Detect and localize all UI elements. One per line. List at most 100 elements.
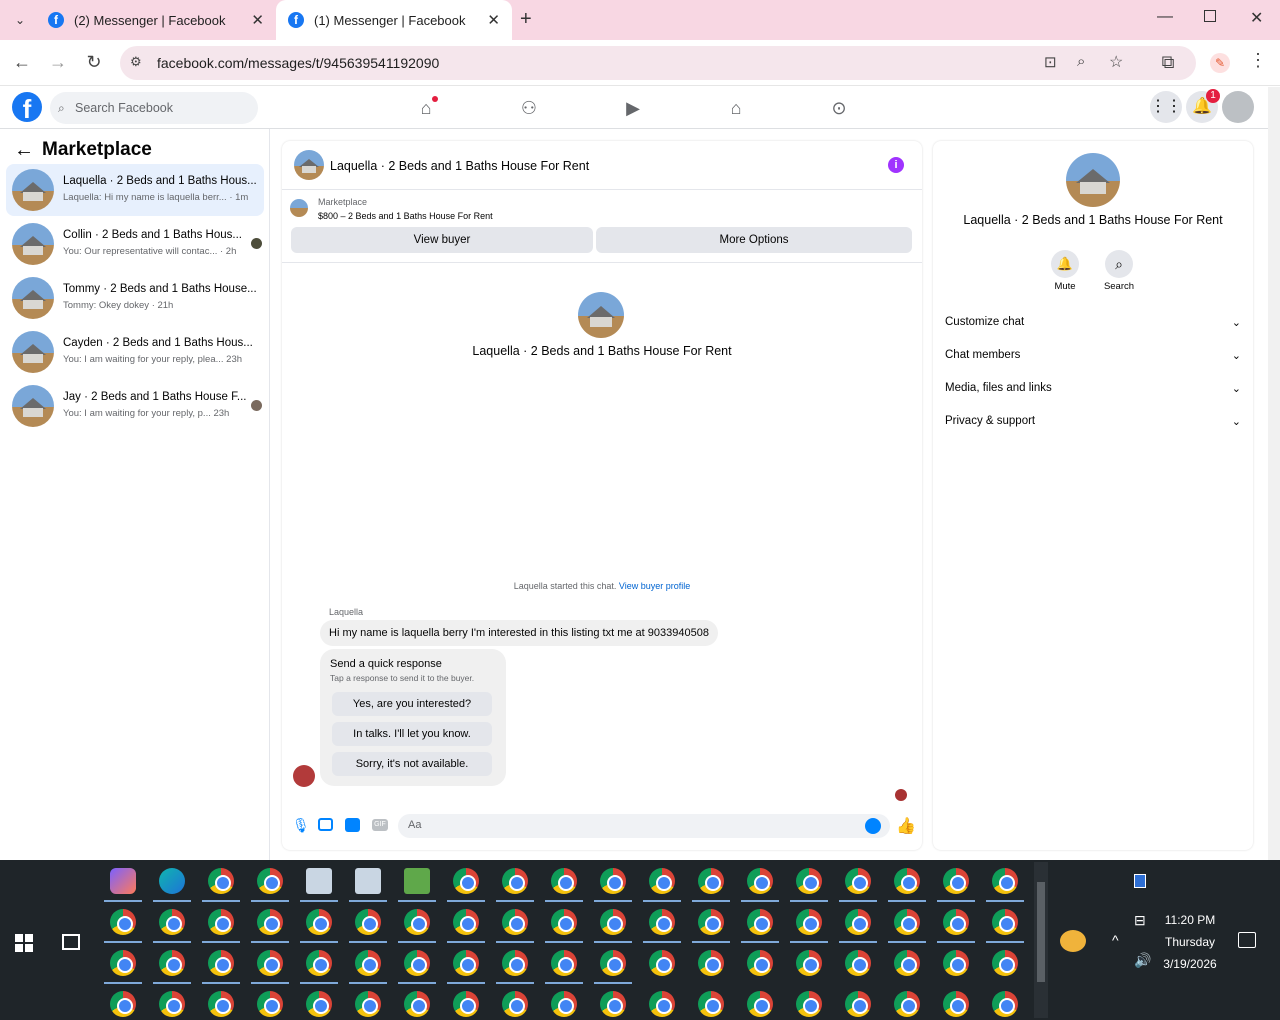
taskbar-chrome-icon[interactable] xyxy=(894,991,920,1017)
reload-icon[interactable]: ↻ xyxy=(82,52,106,73)
taskbar-chrome-icon[interactable] xyxy=(502,909,528,935)
taskbar-chrome-icon[interactable] xyxy=(208,909,234,935)
restore-icon[interactable] xyxy=(1204,10,1216,22)
home-icon[interactable]: ⌂ xyxy=(413,95,439,121)
taskbar-chrome-icon[interactable] xyxy=(306,909,332,935)
media-files-links-section[interactable]: Media, files and links ⌄ xyxy=(945,382,1241,402)
app-window-icon[interactable] xyxy=(355,868,381,894)
taskbar-chrome-icon[interactable] xyxy=(208,950,234,976)
conversation-item[interactable]: Laquella · 2 Beds and 1 Baths Hous... La… xyxy=(6,164,264,216)
tab-messenger-2[interactable]: f (2) Messenger | Facebook ✕ xyxy=(36,0,276,40)
back-arrow-icon[interactable]: ← xyxy=(14,139,34,162)
address-bar[interactable]: ⚙ facebook.com/messages/t/94563954119209… xyxy=(120,46,1196,80)
taskbar-chrome-icon[interactable] xyxy=(698,868,724,894)
notepad-icon[interactable] xyxy=(404,868,430,894)
taskbar-chrome-icon[interactable] xyxy=(649,991,675,1017)
taskbar-chrome-icon[interactable] xyxy=(747,868,773,894)
account-avatar[interactable] xyxy=(1222,91,1254,123)
more-options-button[interactable]: More Options xyxy=(596,227,912,253)
privacy-support-section[interactable]: Privacy & support ⌄ xyxy=(945,415,1241,435)
forward-icon[interactable]: → xyxy=(46,52,70,73)
menu-kebab-icon[interactable]: ⋮ xyxy=(1246,50,1270,71)
taskbar-chrome-icon[interactable] xyxy=(992,909,1018,935)
bookmark-star-icon[interactable]: ☆ xyxy=(1109,52,1123,72)
taskbar-chrome-icon[interactable] xyxy=(943,909,969,935)
taskbar-scrollbar[interactable] xyxy=(1034,862,1048,1018)
install-app-icon[interactable]: ⊡ xyxy=(1044,53,1057,71)
weather-icon[interactable] xyxy=(1060,930,1086,952)
tab-messenger-1[interactable]: f (1) Messenger | Facebook ✕ xyxy=(276,0,512,40)
taskbar-chrome-icon[interactable] xyxy=(698,909,724,935)
taskbar-chrome-icon[interactable] xyxy=(943,868,969,894)
volume-icon[interactable]: 🔊 xyxy=(1134,952,1151,969)
taskbar-chrome-icon[interactable] xyxy=(159,991,185,1017)
chat-header-thumbnail[interactable] xyxy=(294,150,324,180)
edge-icon[interactable] xyxy=(159,868,185,894)
friends-icon[interactable]: ⚇ xyxy=(516,95,542,121)
notification-center-icon[interactable] xyxy=(1238,932,1256,948)
taskbar-chrome-icon[interactable] xyxy=(110,991,136,1017)
tray-app-icon[interactable] xyxy=(1134,874,1146,888)
taskbar-chrome-icon[interactable] xyxy=(796,909,822,935)
taskbar-chrome-icon[interactable] xyxy=(159,950,185,976)
like-thumb-icon[interactable]: 👍 xyxy=(896,816,916,836)
taskbar-chrome-icon[interactable] xyxy=(894,868,920,894)
taskbar-chrome-icon[interactable] xyxy=(453,909,479,935)
emoji-icon[interactable] xyxy=(865,818,881,834)
taskbar-chrome-icon[interactable] xyxy=(453,991,479,1017)
chat-members-section[interactable]: Chat members ⌄ xyxy=(945,349,1241,369)
copilot-icon[interactable] xyxy=(110,868,136,894)
taskbar-chrome-icon[interactable] xyxy=(747,950,773,976)
taskbar-chrome-icon[interactable] xyxy=(796,868,822,894)
taskbar-chrome-icon[interactable] xyxy=(208,868,234,894)
taskbar-chrome-icon[interactable] xyxy=(600,909,626,935)
conversation-item[interactable]: Jay · 2 Beds and 1 Baths House F... You:… xyxy=(6,380,264,432)
conversation-item[interactable]: Tommy · 2 Beds and 1 Baths House... Tomm… xyxy=(6,272,264,324)
taskbar-chrome-icon[interactable] xyxy=(502,991,528,1017)
quick-response-not-available-button[interactable]: Sorry, it's not available. xyxy=(332,752,492,776)
taskbar-chrome-icon[interactable] xyxy=(257,991,283,1017)
close-tab-icon[interactable]: ✕ xyxy=(487,11,500,29)
start-windows-icon[interactable] xyxy=(15,934,33,952)
taskbar-chrome-icon[interactable] xyxy=(698,991,724,1017)
search-icon[interactable]: ⌕ xyxy=(1105,250,1133,278)
facebook-search-input[interactable]: ⌕ Search Facebook xyxy=(50,92,258,124)
taskbar-chrome-icon[interactable] xyxy=(355,950,381,976)
conversation-item[interactable]: Cayden · 2 Beds and 1 Baths Hous... You:… xyxy=(6,326,264,378)
taskbar-chrome-icon[interactable] xyxy=(551,950,577,976)
clock-time[interactable]: 11:20 PM xyxy=(1160,913,1220,927)
close-window-icon[interactable]: ✕ xyxy=(1250,8,1263,28)
marketplace-icon[interactable]: ⌂ xyxy=(723,95,749,121)
taskbar-chrome-icon[interactable] xyxy=(649,909,675,935)
chat-header-title[interactable]: Laquella · 2 Beds and 1 Baths House For … xyxy=(330,159,589,173)
chevron-up-icon[interactable]: ^ xyxy=(1112,932,1119,948)
taskbar-chrome-icon[interactable] xyxy=(600,950,626,976)
conversation-item[interactable]: Collin · 2 Beds and 1 Baths Hous... You:… xyxy=(6,218,264,270)
taskbar-chrome-icon[interactable] xyxy=(257,909,283,935)
quick-response-yes-button[interactable]: Yes, are you interested? xyxy=(332,692,492,716)
taskbar-chrome-icon[interactable] xyxy=(257,950,283,976)
taskbar-chrome-icon[interactable] xyxy=(600,868,626,894)
taskbar-chrome-icon[interactable] xyxy=(649,950,675,976)
tab-search-icon[interactable]: ⌄ xyxy=(10,10,30,30)
minimize-icon[interactable]: — xyxy=(1157,8,1173,26)
taskbar-chrome-icon[interactable] xyxy=(992,868,1018,894)
taskbar-chrome-icon[interactable] xyxy=(747,991,773,1017)
network-icon[interactable]: ⊟ xyxy=(1134,912,1146,929)
taskbar-chrome-icon[interactable] xyxy=(355,991,381,1017)
taskbar-chrome-icon[interactable] xyxy=(355,909,381,935)
taskbar-chrome-icon[interactable] xyxy=(649,868,675,894)
back-icon[interactable]: ← xyxy=(10,52,34,73)
microphone-icon[interactable]: 🎙 xyxy=(292,817,310,834)
taskbar-chrome-icon[interactable] xyxy=(306,950,332,976)
taskbar-chrome-icon[interactable] xyxy=(845,991,871,1017)
taskbar-chrome-icon[interactable] xyxy=(159,909,185,935)
taskbar-chrome-icon[interactable] xyxy=(110,909,136,935)
taskbar-chrome-icon[interactable] xyxy=(551,991,577,1017)
extensions-icon[interactable]: ⧉ xyxy=(1156,52,1180,73)
site-info-icon[interactable]: ⚙ xyxy=(130,54,142,70)
video-icon[interactable]: ▶ xyxy=(620,95,646,121)
taskbar-chrome-icon[interactable] xyxy=(992,991,1018,1017)
taskbar-chrome-icon[interactable] xyxy=(894,909,920,935)
taskbar-chrome-icon[interactable] xyxy=(698,950,724,976)
